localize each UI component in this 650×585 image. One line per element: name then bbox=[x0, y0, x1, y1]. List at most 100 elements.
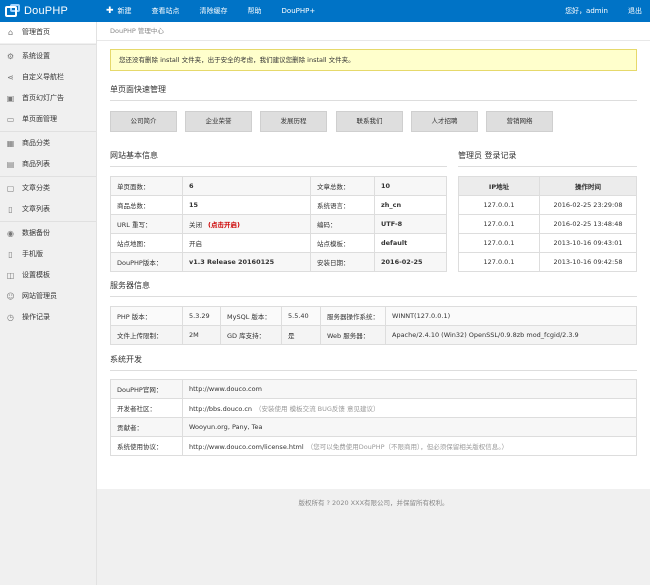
sidebar-item-slides[interactable]: ▣ 首页幻灯广告 bbox=[0, 88, 96, 109]
site-info-value: v1.3 Release 20160125 bbox=[182, 252, 311, 272]
sidebar-item-article-category[interactable]: ▢ 文章分类 bbox=[0, 178, 96, 199]
sidebar-item-label: 设置模板 bbox=[22, 271, 50, 279]
sidebar-item-managers[interactable]: ☺ 网站管理员 bbox=[0, 286, 96, 307]
dev-info-title: 系统开发 bbox=[110, 355, 142, 364]
image-icon: ▣ bbox=[6, 94, 15, 103]
table-row: 系统使用协议： http://www.douco.com/license.htm… bbox=[110, 436, 637, 456]
quick-button-honor[interactable]: 企业荣誉 bbox=[185, 111, 252, 132]
sidebar: ⌂ 管理首页 ⚙ 系统设置 ⋖ 自定义导航栏 ▣ 首页幻灯广告 ▭ 单页面管理 ▦ 商品分类… bbox=[0, 22, 97, 585]
logout-link[interactable]: 退出 bbox=[628, 0, 642, 22]
site-info-key: URL 重写： bbox=[110, 214, 183, 234]
dev-value: http://www.douco.com/license.html （您可以免费使… bbox=[182, 436, 637, 456]
license-link[interactable]: http://www.douco.com/license.html bbox=[189, 443, 304, 451]
quick-button-about[interactable]: 公司简介 bbox=[110, 111, 177, 132]
table-row: PHP 版本： 5.3.29 MySQL 版本： 5.5.40 服务器操作系统：… bbox=[110, 306, 637, 326]
log-time: 2013-10-16 09:42:58 bbox=[539, 252, 637, 272]
quick-button-history[interactable]: 发展历程 bbox=[260, 111, 327, 132]
help-link[interactable]: 帮助 bbox=[248, 0, 262, 22]
log-ip: 127.0.0.1 bbox=[458, 252, 540, 272]
sidebar-item-article-list[interactable]: ▯ 文章列表 bbox=[0, 199, 96, 220]
dev-key: 贡献者： bbox=[110, 417, 183, 437]
sidebar-item-backup[interactable]: ◉ 数据备份 bbox=[0, 223, 96, 244]
sidebar-divider bbox=[0, 221, 96, 222]
sidebar-item-nav[interactable]: ⋖ 自定义导航栏 bbox=[0, 67, 96, 88]
login-log-table: IP地址 操作时间 127.0.0.1 2016-02-25 23:29:08 1… bbox=[458, 176, 637, 272]
sidebar-item-pages[interactable]: ▭ 单页面管理 bbox=[0, 109, 96, 130]
server-value: 2M bbox=[182, 325, 221, 345]
sidebar-item-mobile[interactable]: ▯ 手机版 bbox=[0, 244, 96, 265]
folder-icon: ▢ bbox=[6, 184, 15, 193]
server-value: Apache/2.4.10 (Win32) OpenSSL/0.9.8zb mo… bbox=[385, 325, 637, 345]
site-info-value: UTF-8 bbox=[374, 214, 447, 234]
home-icon: ⌂ bbox=[7, 28, 14, 37]
table-header-row: IP地址 操作时间 bbox=[458, 176, 637, 196]
section-divider bbox=[110, 370, 637, 371]
new-label: 新建 bbox=[117, 7, 132, 15]
quick-button-contact[interactable]: 联系我们 bbox=[336, 111, 403, 132]
section-divider bbox=[110, 100, 637, 101]
table-row: 单页面数： 6 文章总数： 10 bbox=[110, 176, 447, 196]
dev-value: http://bbs.douco.cn （安装使用 模板交流 BUG反馈 意见建议… bbox=[182, 398, 637, 418]
logo[interactable]: DouPHP bbox=[4, 3, 68, 19]
sidebar-item-dashboard[interactable]: ⌂ 管理首页 bbox=[0, 22, 96, 43]
dev-key: 开发者社区： bbox=[110, 398, 183, 418]
server-key: GD 库支持： bbox=[220, 325, 282, 345]
sidebar-item-product-category[interactable]: ▦ 商品分类 bbox=[0, 133, 96, 154]
quick-section-title: 单页面快速管理 bbox=[110, 85, 166, 94]
site-info-key: 编码： bbox=[310, 214, 375, 234]
sidebar-item-settings[interactable]: ⚙ 系统设置 bbox=[0, 46, 96, 67]
view-site-link[interactable]: 查看站点 bbox=[152, 0, 180, 22]
sidebar-divider bbox=[0, 44, 96, 45]
sidebar-item-label: 管理首页 bbox=[22, 28, 50, 36]
douphp-plus-link[interactable]: DouPHP+ bbox=[282, 0, 316, 22]
website-link[interactable]: http://www.douco.com bbox=[189, 385, 262, 393]
gear-icon: ⚙ bbox=[6, 52, 15, 61]
site-info-key: 单页面数： bbox=[110, 176, 183, 196]
column-header-time: 操作时间 bbox=[539, 176, 637, 196]
column-header-ip: IP地址 bbox=[458, 176, 540, 196]
dev-info-table: DouPHP官网： http://www.douco.com 开发者社区： ht… bbox=[110, 379, 637, 456]
sidebar-item-label: 数据备份 bbox=[22, 229, 50, 237]
sidebar-item-logs[interactable]: ◷ 操作记录 bbox=[0, 307, 96, 328]
community-link[interactable]: http://bbs.douco.cn bbox=[189, 405, 252, 413]
enable-rewrite-link[interactable]: (点击开启) bbox=[208, 221, 240, 229]
sidebar-divider bbox=[0, 176, 96, 177]
dev-key: 系统使用协议： bbox=[110, 436, 183, 456]
user-greeting[interactable]: 您好，admin bbox=[565, 0, 608, 22]
section-divider bbox=[458, 166, 637, 167]
table-row: 127.0.0.1 2013-10-16 09:43:01 bbox=[458, 233, 637, 253]
grid-icon: ▦ bbox=[6, 139, 15, 148]
table-row: 贡献者： Wooyun.org, Pany, Tea bbox=[110, 417, 637, 437]
server-key: 服务器操作系统： bbox=[320, 306, 386, 326]
table-row: DouPHP版本： v1.3 Release 20160125 安装日期： 20… bbox=[110, 252, 447, 272]
quick-button-jobs[interactable]: 人才招聘 bbox=[411, 111, 478, 132]
sidebar-item-label: 自定义导航栏 bbox=[22, 73, 64, 81]
site-info-key: 系统语言： bbox=[310, 195, 375, 215]
footer-copyright: 版权所有 ? 2020 XXX有限公司，并保留所有权利。 bbox=[298, 499, 449, 507]
server-key: Web 服务器： bbox=[320, 325, 386, 345]
sidebar-item-label: 商品列表 bbox=[22, 160, 50, 168]
log-time: 2016-02-25 13:48:48 bbox=[539, 214, 637, 234]
log-ip: 127.0.0.1 bbox=[458, 195, 540, 215]
sidebar-item-template[interactable]: ◫ 设置模板 bbox=[0, 265, 96, 286]
sidebar-item-product-list[interactable]: ▤ 商品列表 bbox=[0, 154, 96, 175]
site-info-title: 网站基本信息 bbox=[110, 151, 158, 160]
site-info-value: 15 bbox=[182, 195, 311, 215]
logo-text: DouPHP bbox=[24, 5, 68, 17]
sidebar-item-label: 文章列表 bbox=[22, 205, 50, 213]
site-info-key: 站点模板： bbox=[310, 233, 375, 253]
clear-cache-link[interactable]: 清除缓存 bbox=[200, 0, 228, 22]
template-icon: ◫ bbox=[6, 271, 15, 280]
table-row: 127.0.0.1 2016-02-25 23:29:08 bbox=[458, 195, 637, 215]
main-panel: DouPHP 管理中心 您还没有删除 install 文件夹，出于安全的考虑，我… bbox=[97, 22, 650, 489]
site-info-value: zh_cn bbox=[374, 195, 447, 215]
user-icon: ☺ bbox=[6, 292, 15, 301]
log-ip: 127.0.0.1 bbox=[458, 233, 540, 253]
site-info-value: 2016-02-25 bbox=[374, 252, 447, 272]
server-key: MySQL 版本： bbox=[220, 306, 282, 326]
sidebar-item-label: 操作记录 bbox=[22, 313, 50, 321]
server-value: WINNT(127.0.0.1) bbox=[385, 306, 637, 326]
sidebar-item-label: 网站管理员 bbox=[22, 292, 57, 300]
quick-button-network[interactable]: 营销网络 bbox=[486, 111, 553, 132]
new-button[interactable]: ✚ 新建 bbox=[106, 0, 132, 22]
